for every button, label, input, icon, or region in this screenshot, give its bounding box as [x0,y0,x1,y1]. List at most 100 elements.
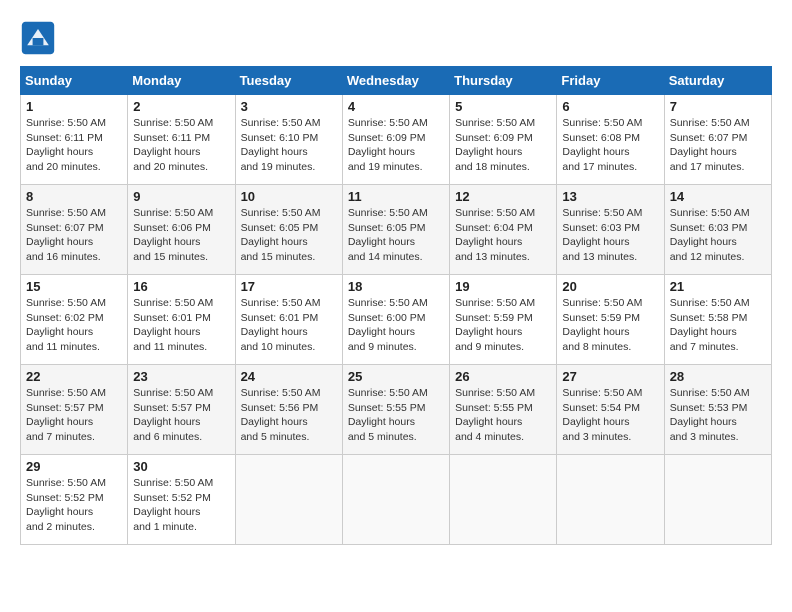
day-info: Sunrise: 5:50 AM Sunset: 6:03 PM Dayligh… [670,206,766,265]
calendar-cell [557,455,664,545]
day-number: 17 [241,279,337,294]
day-info: Sunrise: 5:50 AM Sunset: 6:10 PM Dayligh… [241,116,337,175]
calendar-cell: 16 Sunrise: 5:50 AM Sunset: 6:01 PM Dayl… [128,275,235,365]
day-info: Sunrise: 5:50 AM Sunset: 6:00 PM Dayligh… [348,296,444,355]
calendar-cell [664,455,771,545]
day-info: Sunrise: 5:50 AM Sunset: 6:01 PM Dayligh… [133,296,229,355]
day-info: Sunrise: 5:50 AM Sunset: 6:07 PM Dayligh… [26,206,122,265]
calendar-cell: 8 Sunrise: 5:50 AM Sunset: 6:07 PM Dayli… [21,185,128,275]
day-info: Sunrise: 5:50 AM Sunset: 5:58 PM Dayligh… [670,296,766,355]
day-info: Sunrise: 5:50 AM Sunset: 6:01 PM Dayligh… [241,296,337,355]
calendar-cell: 11 Sunrise: 5:50 AM Sunset: 6:05 PM Dayl… [342,185,449,275]
calendar-cell: 27 Sunrise: 5:50 AM Sunset: 5:54 PM Dayl… [557,365,664,455]
day-info: Sunrise: 5:50 AM Sunset: 5:59 PM Dayligh… [455,296,551,355]
calendar-cell: 23 Sunrise: 5:50 AM Sunset: 5:57 PM Dayl… [128,365,235,455]
day-number: 20 [562,279,658,294]
day-info: Sunrise: 5:50 AM Sunset: 6:05 PM Dayligh… [348,206,444,265]
calendar-week-3: 15 Sunrise: 5:50 AM Sunset: 6:02 PM Dayl… [21,275,772,365]
calendar-cell [235,455,342,545]
day-number: 21 [670,279,766,294]
weekday-header-thursday: Thursday [450,67,557,95]
day-number: 13 [562,189,658,204]
day-info: Sunrise: 5:50 AM Sunset: 5:57 PM Dayligh… [26,386,122,445]
calendar-cell: 22 Sunrise: 5:50 AM Sunset: 5:57 PM Dayl… [21,365,128,455]
calendar-cell [342,455,449,545]
calendar-cell: 21 Sunrise: 5:50 AM Sunset: 5:58 PM Dayl… [664,275,771,365]
day-info: Sunrise: 5:50 AM Sunset: 6:09 PM Dayligh… [455,116,551,175]
day-info: Sunrise: 5:50 AM Sunset: 5:55 PM Dayligh… [348,386,444,445]
day-number: 24 [241,369,337,384]
day-number: 9 [133,189,229,204]
day-number: 1 [26,99,122,114]
day-info: Sunrise: 5:50 AM Sunset: 5:55 PM Dayligh… [455,386,551,445]
calendar-cell: 20 Sunrise: 5:50 AM Sunset: 5:59 PM Dayl… [557,275,664,365]
day-number: 5 [455,99,551,114]
day-info: Sunrise: 5:50 AM Sunset: 5:57 PM Dayligh… [133,386,229,445]
day-info: Sunrise: 5:50 AM Sunset: 6:06 PM Dayligh… [133,206,229,265]
calendar-cell: 9 Sunrise: 5:50 AM Sunset: 6:06 PM Dayli… [128,185,235,275]
day-number: 8 [26,189,122,204]
weekday-header-wednesday: Wednesday [342,67,449,95]
day-info: Sunrise: 5:50 AM Sunset: 6:08 PM Dayligh… [562,116,658,175]
weekday-header-sunday: Sunday [21,67,128,95]
calendar-cell: 12 Sunrise: 5:50 AM Sunset: 6:04 PM Dayl… [450,185,557,275]
logo [20,20,60,56]
calendar-week-1: 1 Sunrise: 5:50 AM Sunset: 6:11 PM Dayli… [21,95,772,185]
calendar-cell: 24 Sunrise: 5:50 AM Sunset: 5:56 PM Dayl… [235,365,342,455]
page-header [20,20,772,56]
day-info: Sunrise: 5:50 AM Sunset: 6:11 PM Dayligh… [133,116,229,175]
day-info: Sunrise: 5:50 AM Sunset: 5:53 PM Dayligh… [670,386,766,445]
calendar-cell: 29 Sunrise: 5:50 AM Sunset: 5:52 PM Dayl… [21,455,128,545]
day-number: 28 [670,369,766,384]
day-number: 2 [133,99,229,114]
day-number: 7 [670,99,766,114]
day-number: 22 [26,369,122,384]
calendar-cell: 25 Sunrise: 5:50 AM Sunset: 5:55 PM Dayl… [342,365,449,455]
calendar-cell: 10 Sunrise: 5:50 AM Sunset: 6:05 PM Dayl… [235,185,342,275]
day-info: Sunrise: 5:50 AM Sunset: 6:07 PM Dayligh… [670,116,766,175]
day-info: Sunrise: 5:50 AM Sunset: 6:05 PM Dayligh… [241,206,337,265]
calendar-cell: 13 Sunrise: 5:50 AM Sunset: 6:03 PM Dayl… [557,185,664,275]
day-number: 3 [241,99,337,114]
day-info: Sunrise: 5:50 AM Sunset: 5:54 PM Dayligh… [562,386,658,445]
logo-icon [20,20,56,56]
calendar-header: SundayMondayTuesdayWednesdayThursdayFrid… [21,67,772,95]
day-info: Sunrise: 5:50 AM Sunset: 6:03 PM Dayligh… [562,206,658,265]
day-number: 19 [455,279,551,294]
day-number: 30 [133,459,229,474]
calendar-week-2: 8 Sunrise: 5:50 AM Sunset: 6:07 PM Dayli… [21,185,772,275]
day-number: 25 [348,369,444,384]
day-info: Sunrise: 5:50 AM Sunset: 5:59 PM Dayligh… [562,296,658,355]
day-number: 23 [133,369,229,384]
day-info: Sunrise: 5:50 AM Sunset: 6:09 PM Dayligh… [348,116,444,175]
calendar-cell: 1 Sunrise: 5:50 AM Sunset: 6:11 PM Dayli… [21,95,128,185]
calendar-cell [450,455,557,545]
day-number: 27 [562,369,658,384]
day-info: Sunrise: 5:50 AM Sunset: 6:02 PM Dayligh… [26,296,122,355]
calendar-cell: 19 Sunrise: 5:50 AM Sunset: 5:59 PM Dayl… [450,275,557,365]
weekday-header-monday: Monday [128,67,235,95]
day-info: Sunrise: 5:50 AM Sunset: 5:56 PM Dayligh… [241,386,337,445]
day-info: Sunrise: 5:50 AM Sunset: 5:52 PM Dayligh… [133,476,229,535]
calendar-cell: 28 Sunrise: 5:50 AM Sunset: 5:53 PM Dayl… [664,365,771,455]
calendar-week-4: 22 Sunrise: 5:50 AM Sunset: 5:57 PM Dayl… [21,365,772,455]
weekday-row: SundayMondayTuesdayWednesdayThursdayFrid… [21,67,772,95]
calendar-cell: 30 Sunrise: 5:50 AM Sunset: 5:52 PM Dayl… [128,455,235,545]
calendar-cell: 17 Sunrise: 5:50 AM Sunset: 6:01 PM Dayl… [235,275,342,365]
day-number: 12 [455,189,551,204]
day-number: 16 [133,279,229,294]
calendar-cell: 4 Sunrise: 5:50 AM Sunset: 6:09 PM Dayli… [342,95,449,185]
weekday-header-saturday: Saturday [664,67,771,95]
day-number: 29 [26,459,122,474]
calendar-cell: 18 Sunrise: 5:50 AM Sunset: 6:00 PM Dayl… [342,275,449,365]
calendar-cell: 15 Sunrise: 5:50 AM Sunset: 6:02 PM Dayl… [21,275,128,365]
calendar-cell: 3 Sunrise: 5:50 AM Sunset: 6:10 PM Dayli… [235,95,342,185]
weekday-header-tuesday: Tuesday [235,67,342,95]
calendar-cell: 7 Sunrise: 5:50 AM Sunset: 6:07 PM Dayli… [664,95,771,185]
calendar-cell: 5 Sunrise: 5:50 AM Sunset: 6:09 PM Dayli… [450,95,557,185]
calendar-cell: 14 Sunrise: 5:50 AM Sunset: 6:03 PM Dayl… [664,185,771,275]
day-info: Sunrise: 5:50 AM Sunset: 6:11 PM Dayligh… [26,116,122,175]
day-number: 4 [348,99,444,114]
calendar-body: 1 Sunrise: 5:50 AM Sunset: 6:11 PM Dayli… [21,95,772,545]
calendar-cell: 2 Sunrise: 5:50 AM Sunset: 6:11 PM Dayli… [128,95,235,185]
